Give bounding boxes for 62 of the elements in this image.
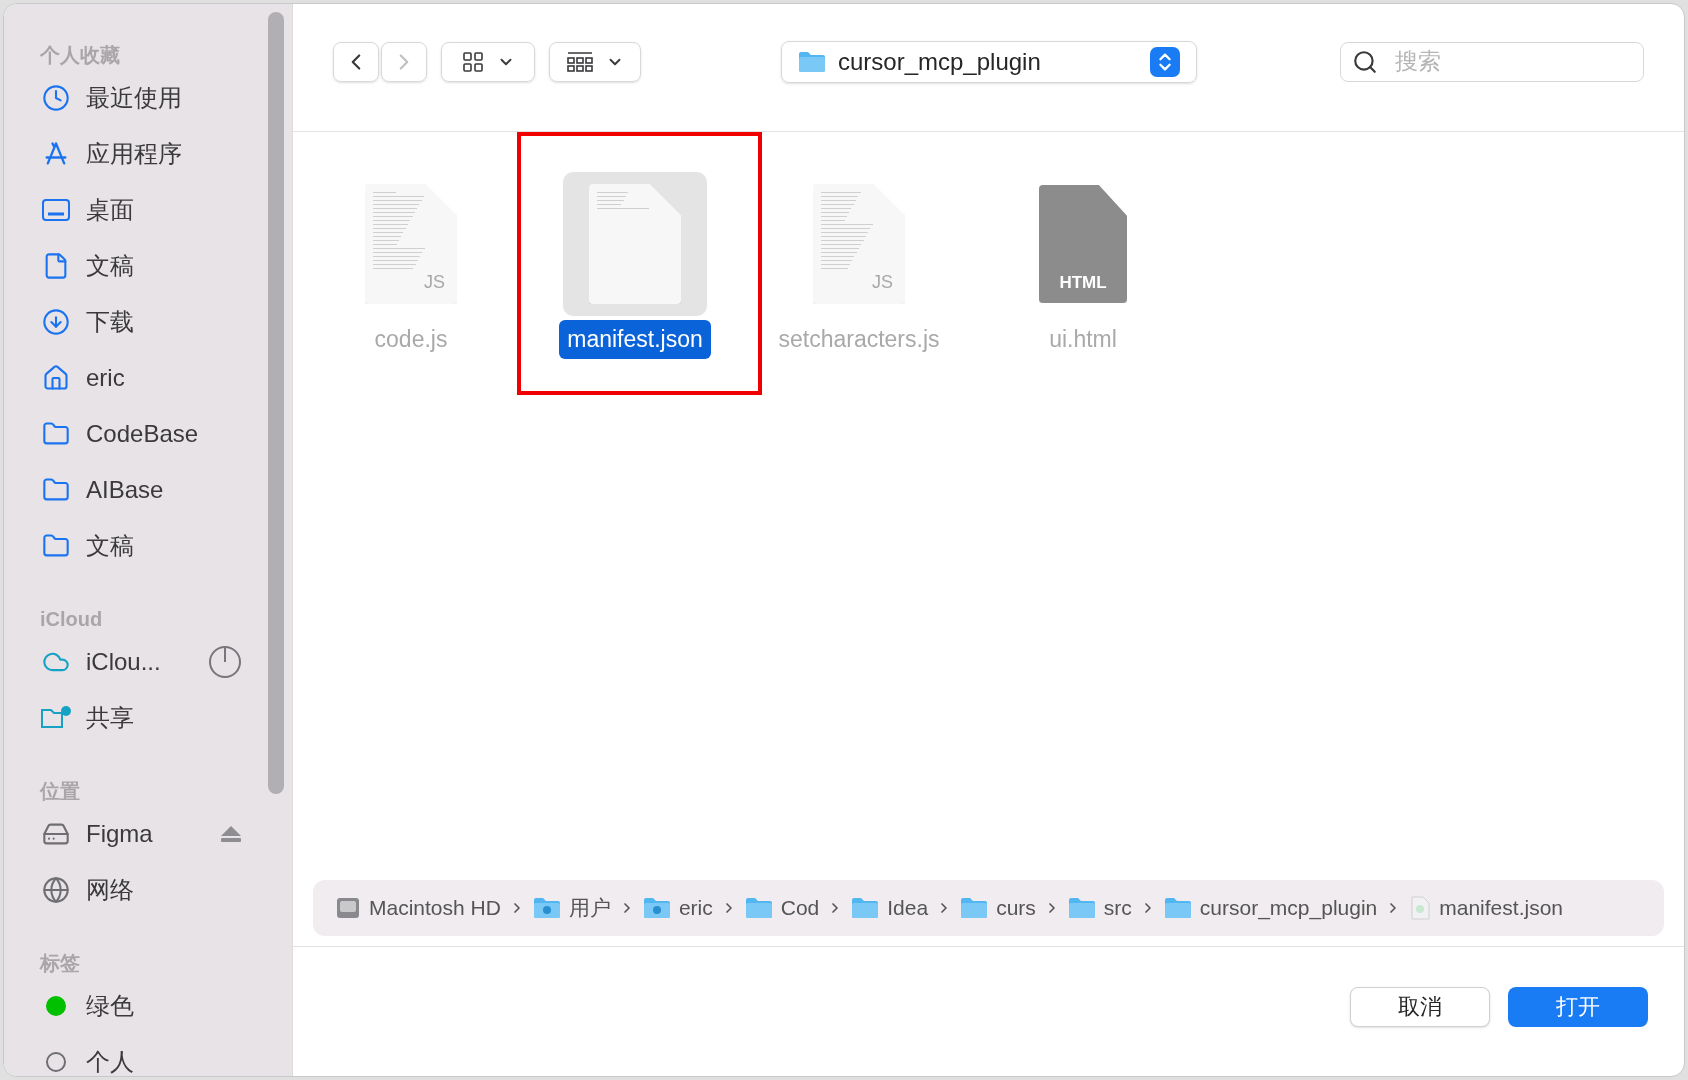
home-folder-icon [642,897,671,919]
path-item[interactable]: Idea [851,892,929,924]
document-file-icon [589,184,681,304]
globe-icon [42,876,70,904]
sidebar-item[interactable]: 绿色 [40,978,292,1034]
storage-progress-icon [208,645,242,679]
path-item[interactable]: eric [642,892,713,924]
download-icon [42,308,70,336]
folder-icon [960,897,989,919]
sidebar-item[interactable]: 桌面 [40,182,292,238]
back-button[interactable] [333,41,379,82]
search-field[interactable]: 搜索 [1340,41,1644,82]
path-item[interactable]: manifest.json [1409,892,1563,924]
sidebar-item[interactable]: 共享 [40,690,292,746]
section-header: iCloud [40,607,104,632]
desktop-icon [41,197,71,223]
section-header: 位置 [40,779,81,804]
path-item[interactable]: Macintosh HD [335,892,501,924]
sidebar-item[interactable]: 应用程序 [40,126,292,182]
group-button[interactable] [549,41,641,82]
sidebar-item[interactable]: 个人 [40,1034,292,1076]
path-item[interactable]: curs [960,892,1036,924]
group-grid-icon [566,49,594,74]
sidebar-item[interactable]: 文稿 [40,518,292,574]
sidebar-item[interactable]: eric [40,350,292,406]
sidebar-item[interactable]: CodeBase [40,406,292,462]
home-icon [42,364,70,392]
file-type-label: JS [872,271,893,294]
sidebar-item[interactable]: 最近使用 [40,70,292,126]
eject-icon[interactable] [220,825,242,843]
section-header: 个人收藏 [40,43,121,68]
cancel-button[interactable]: 取消 [1350,986,1490,1027]
folder-icon [744,897,773,919]
file-name[interactable]: manifest.json [559,320,711,359]
folder-icon [1163,897,1192,919]
sidebar-item[interactable]: Figma [40,806,292,862]
file-type-label: JS [424,271,445,294]
sidebar-item[interactable]: AIBase [40,462,292,518]
user-folder-icon [532,897,561,919]
grid-icon [461,49,485,74]
popup-stepper-icon [1150,46,1180,77]
path-item[interactable]: Cod [744,892,820,924]
sidebar-item[interactable]: 文稿 [40,238,292,294]
file-icon [1409,896,1432,920]
folder-icon [798,50,826,73]
sidebar-item[interactable]: 网络 [40,862,292,918]
path-item[interactable]: src [1067,892,1132,924]
clock-icon [42,84,70,112]
sidebar-item[interactable]: iClou... [40,634,292,690]
sidebar-item[interactable]: 下载 [40,294,292,350]
open-button[interactable]: 打开 [1508,986,1648,1027]
view-mode-button[interactable] [441,41,535,82]
location-popup[interactable]: cursor_mcp_plugin [781,40,1197,83]
file-icon-tile[interactable] [563,172,707,316]
path-item[interactable]: 用户 [532,892,611,924]
folder-icon [1067,897,1096,919]
folder-icon [851,897,880,919]
section-header: 标签 [40,951,81,976]
path-item[interactable]: cursor_mcp_plugin [1163,892,1378,924]
file-type-label: HTML [1059,271,1107,294]
scrollbar[interactable] [268,12,284,794]
search-icon [1352,48,1378,75]
